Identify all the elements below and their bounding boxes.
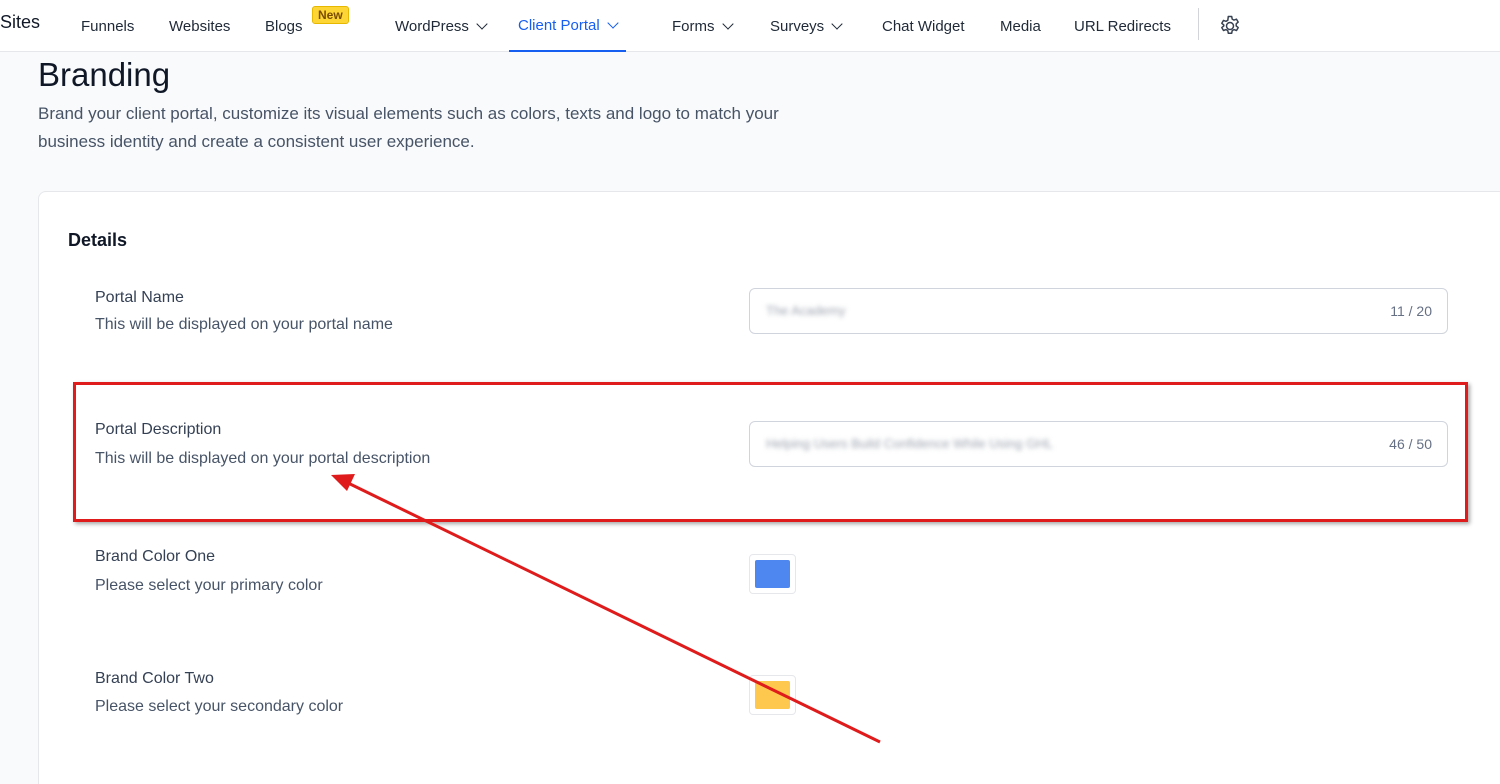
portal-name-label: Portal Name xyxy=(95,289,184,306)
nav-media[interactable]: Media xyxy=(1000,0,1041,52)
nav-client-portal[interactable]: Client Portal xyxy=(509,0,626,52)
new-badge: New xyxy=(312,6,349,24)
nav-divider xyxy=(1198,8,1199,40)
nav-wordpress[interactable]: WordPress xyxy=(395,0,488,52)
nav-surveys-label: Surveys xyxy=(770,17,825,35)
brand-color-two-label: Brand Color Two xyxy=(95,670,214,687)
nav-forms-label: Forms xyxy=(672,17,715,35)
brand-color-two-help: Please select your secondary color xyxy=(95,698,344,715)
top-navigation: Sites Funnels Websites Blogs New WordPre… xyxy=(0,0,1500,52)
portal-name-input[interactable]: The Academy 11 / 20 xyxy=(749,288,1448,334)
portal-name-help: This will be displayed on your portal na… xyxy=(95,316,393,333)
brand-color-one-label: Brand Color One xyxy=(95,548,216,565)
nav-surveys[interactable]: Surveys xyxy=(770,0,843,52)
nav-url-redirects[interactable]: URL Redirects xyxy=(1074,0,1171,52)
page-subtitle-line-2: business identity and create a consisten… xyxy=(38,132,475,151)
chevron-down-icon xyxy=(476,17,488,30)
page-subtitle-line-1: Brand your client portal, customize its … xyxy=(38,104,779,123)
nav-forms[interactable]: Forms xyxy=(672,0,734,52)
portal-name-counter: 11 / 20 xyxy=(1390,303,1432,319)
nav-client-portal-label: Client Portal xyxy=(518,16,600,34)
brand-color-two-swatch xyxy=(755,681,790,709)
chevron-down-icon xyxy=(721,17,734,30)
nav-websites[interactable]: Websites xyxy=(169,0,230,52)
page-subtitle: Brand your client portal, customize its … xyxy=(38,100,938,156)
brand-title: Sites xyxy=(0,12,41,32)
brand-color-two-picker[interactable] xyxy=(749,675,796,715)
brand-color-one-help: Please select your primary color xyxy=(95,577,323,594)
nav-blogs[interactable]: Blogs xyxy=(265,0,303,52)
nav-wordpress-label: WordPress xyxy=(395,17,469,35)
gear-icon[interactable] xyxy=(1218,14,1242,38)
chevron-down-icon xyxy=(607,16,619,29)
page-title: Branding xyxy=(38,56,171,93)
nav-chat-widget[interactable]: Chat Widget xyxy=(882,0,965,52)
brand-color-one-swatch xyxy=(755,560,790,588)
portal-name-value: The Academy xyxy=(766,303,846,318)
annotation-highlight-box xyxy=(73,382,1468,522)
details-section-title: Details xyxy=(68,230,128,250)
brand-color-one-picker[interactable] xyxy=(749,554,796,594)
nav-funnels[interactable]: Funnels xyxy=(81,0,134,52)
chevron-down-icon xyxy=(831,17,843,30)
